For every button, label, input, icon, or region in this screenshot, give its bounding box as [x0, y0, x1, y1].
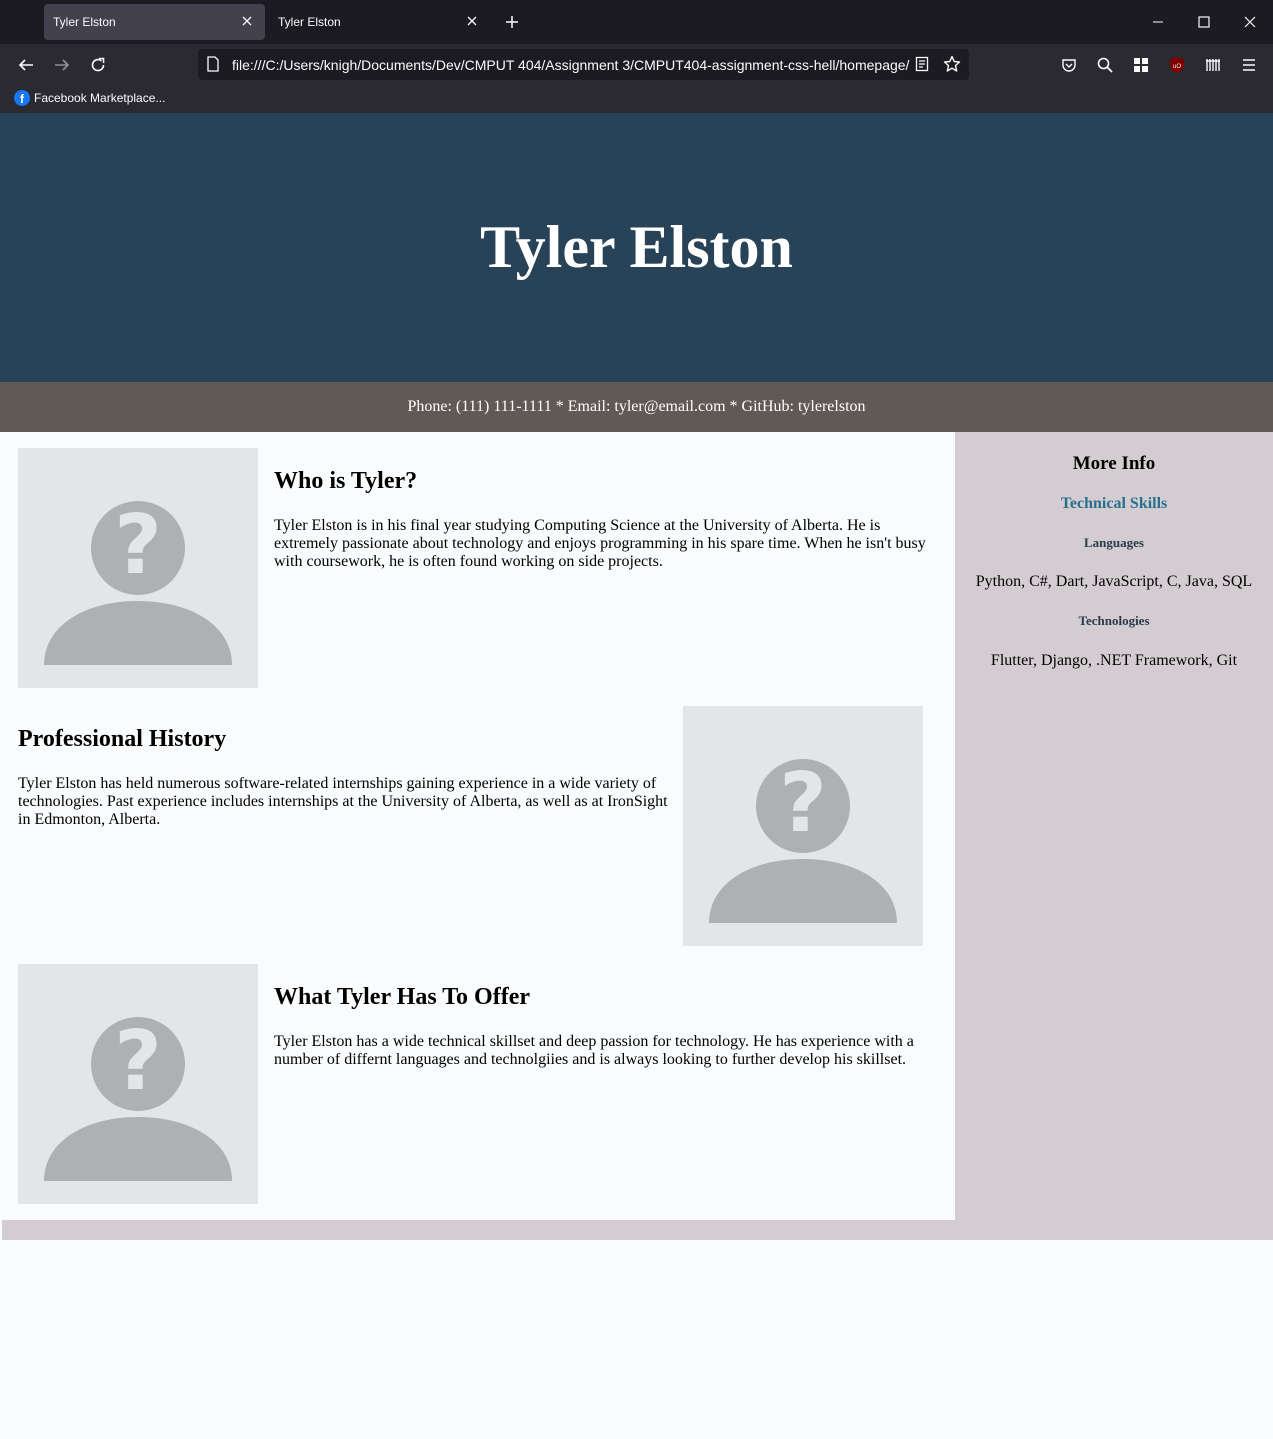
- contact-bar: Phone: (111) 111-1111 * Email: tyler@ema…: [0, 382, 1273, 432]
- footer-band: [2, 1220, 1273, 1240]
- sidebar: More Info Technical Skills Languages Pyt…: [955, 432, 1273, 1220]
- tab-inactive[interactable]: Tyler Elston: [269, 4, 490, 40]
- address-bar[interactable]: file:///C:/Users/knigh/Documents/Dev/CMP…: [198, 49, 969, 80]
- profile-placeholder-image: ?: [683, 706, 923, 946]
- back-arrow-icon[interactable]: [13, 52, 39, 78]
- browser-chrome: Tyler Elston Tyler Elston file:///C:/Use…: [0, 0, 1273, 113]
- profile-placeholder-image: ?: [18, 964, 258, 1204]
- svg-text:uO: uO: [1173, 64, 1181, 70]
- extensions-icon[interactable]: [1131, 55, 1151, 75]
- hero-banner: Tyler Elston: [0, 113, 1273, 382]
- minimize-icon[interactable]: [1146, 10, 1170, 34]
- bookmark-label: Facebook Marketplace...: [34, 91, 166, 105]
- sidebar-title: More Info: [1072, 453, 1156, 474]
- section-text: Tyler Elston has held numerous software-…: [18, 775, 668, 828]
- forward-arrow-icon[interactable]: [49, 52, 75, 78]
- tab-title: Tyler Elston: [53, 15, 116, 29]
- svg-text:?: ?: [114, 498, 162, 593]
- technologies-heading: Technologies: [1078, 613, 1150, 628]
- section-title: Who is Tyler?: [274, 468, 418, 494]
- reader-view-icon[interactable]: [915, 56, 929, 77]
- svg-text:?: ?: [779, 756, 827, 851]
- bookmarks-toolbar: f Facebook Marketplace...: [0, 86, 1273, 113]
- languages-list: Python, C#, Dart, JavaScript, C, Java, S…: [975, 573, 1253, 590]
- ublock-origin-icon[interactable]: uO: [1167, 55, 1187, 75]
- section-text: Tyler Elston is in his final year studyi…: [274, 517, 926, 570]
- reload-icon[interactable]: [85, 52, 111, 78]
- tab-title: Tyler Elston: [278, 15, 341, 29]
- main-content: ? Who is Tyler? Tyler Elston is in his f…: [2, 432, 955, 1220]
- bookmark-facebook-marketplace[interactable]: f Facebook Marketplace...: [14, 90, 165, 106]
- menu-icon[interactable]: [1239, 55, 1259, 75]
- technologies-list: Flutter, Django, .NET Framework, Git: [990, 652, 1238, 669]
- contact-info: Phone: (111) 111-1111 * Email: tyler@ema…: [407, 398, 866, 415]
- section-title: What Tyler Has To Offer: [274, 984, 531, 1010]
- profile-placeholder-image: ?: [18, 448, 258, 688]
- unknown-person-icon: ?: [44, 1014, 232, 1181]
- close-tab-icon[interactable]: [464, 13, 480, 29]
- svg-text:?: ?: [114, 1014, 162, 1109]
- tab-bar: Tyler Elston Tyler Elston: [0, 0, 1273, 44]
- languages-heading: Languages: [1084, 535, 1144, 550]
- new-tab-icon[interactable]: [500, 10, 524, 34]
- section-text: Tyler Elston has a wide technical skills…: [274, 1033, 914, 1068]
- close-tab-icon[interactable]: [239, 13, 255, 29]
- unknown-person-icon: ?: [44, 498, 232, 665]
- facebook-icon: f: [14, 90, 30, 106]
- page-title: Tyler Elston: [480, 214, 793, 280]
- url-text[interactable]: file:///C:/Users/knigh/Documents/Dev/CMP…: [232, 57, 912, 73]
- library-icon[interactable]: [1203, 55, 1223, 75]
- search-icon[interactable]: [1095, 55, 1115, 75]
- pocket-icon[interactable]: [1059, 55, 1079, 75]
- bookmark-star-icon[interactable]: [943, 55, 961, 78]
- unknown-person-icon: ?: [709, 756, 897, 923]
- page-icon: [206, 56, 220, 77]
- close-window-icon[interactable]: [1238, 10, 1262, 34]
- page-content: Tyler Elston Phone: (111) 111-1111 * Ema…: [0, 113, 1273, 1439]
- maximize-icon[interactable]: [1192, 10, 1216, 34]
- section-title: Professional History: [18, 726, 227, 752]
- tab-active[interactable]: Tyler Elston: [44, 4, 265, 40]
- technical-skills-heading: Technical Skills: [1060, 495, 1168, 512]
